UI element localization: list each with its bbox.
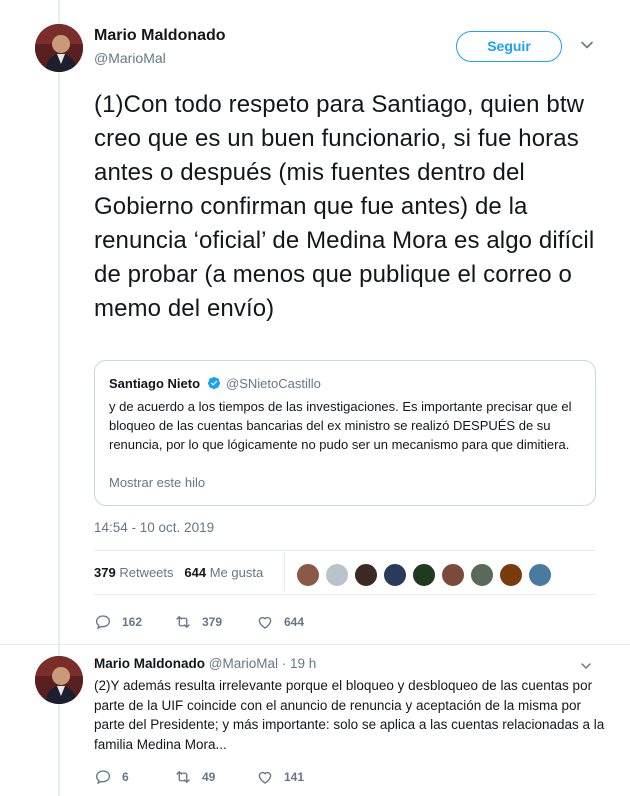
reply-count: 6: [122, 770, 129, 784]
retweet-icon: [176, 771, 190, 783]
author-avatar[interactable]: [35, 24, 83, 72]
reply-icon: [95, 770, 111, 785]
retweets-label: Retweets: [119, 565, 174, 580]
divider: [94, 550, 596, 551]
follow-button[interactable]: Seguir: [456, 31, 562, 62]
quoted-tweet[interactable]: Santiago Nieto @SNietoCastillo y de acue…: [94, 360, 596, 506]
retweet-action[interactable]: 49: [174, 767, 215, 787]
tweet-timestamp[interactable]: 14:54 - 10 oct. 2019: [94, 520, 214, 535]
reply-time[interactable]: · 19 h: [282, 656, 317, 671]
like-count: 141: [284, 770, 305, 784]
quoted-author-handle: @SNietoCastillo: [226, 376, 321, 391]
retweets-count: 379: [94, 565, 116, 580]
liker-avatar[interactable]: [441, 563, 465, 587]
likes-stat[interactable]: 644 Me gusta: [184, 565, 263, 580]
show-thread-link[interactable]: Mostrar este hilo: [109, 475, 205, 490]
reply-count: 162: [122, 615, 143, 629]
quoted-tweet-text: y de acuerdo a los tiempos de las invest…: [109, 399, 572, 452]
tweet-text: (1)Con todo respeto para Santiago, quien…: [94, 91, 595, 322]
chevron-down-icon[interactable]: [580, 660, 592, 672]
reply-tweet-text: (2)Y además resulta irrelevante porque e…: [94, 678, 605, 752]
like-action[interactable]: 644: [256, 612, 304, 632]
heart-icon: [258, 771, 272, 784]
reply-icon: [95, 615, 111, 630]
reply-action[interactable]: 6: [94, 767, 129, 787]
retweets-stat[interactable]: 379 Retweets: [94, 565, 174, 580]
liker-avatar[interactable]: [383, 563, 407, 587]
retweet-count: 379: [202, 615, 223, 629]
reply-action[interactable]: 162: [94, 612, 142, 632]
author-handle[interactable]: @MarioMal: [94, 50, 166, 66]
retweet-count: 49: [202, 770, 216, 784]
verified-badge-icon: [207, 376, 221, 390]
reply-author-handle[interactable]: @MarioMal: [209, 656, 278, 671]
liker-avatar[interactable]: [325, 563, 349, 587]
retweet-icon: [176, 616, 190, 628]
liker-avatar[interactable]: [412, 563, 436, 587]
quoted-author-name: Santiago Nieto: [109, 376, 201, 391]
author-name[interactable]: Mario Maldonado: [94, 27, 226, 45]
liker-avatar[interactable]: [354, 563, 378, 587]
retweet-action[interactable]: 379: [174, 612, 222, 632]
divider: [94, 594, 596, 595]
stats-separator: [284, 552, 285, 592]
liker-avatar[interactable]: [499, 563, 523, 587]
like-count: 644: [284, 615, 305, 629]
reply-author-avatar[interactable]: [35, 656, 83, 704]
main-tweet: Mario Maldonado @MarioMal Seguir (1)Con …: [0, 0, 630, 650]
like-action[interactable]: 141: [256, 767, 304, 787]
liker-avatar[interactable]: [470, 563, 494, 587]
chevron-down-icon[interactable]: [580, 38, 594, 52]
tweet-stats: 379 Retweets 644 Me gusta: [94, 565, 263, 580]
tweet-divider: [0, 644, 630, 645]
reply-author-name[interactable]: Mario Maldonado: [94, 656, 205, 671]
liker-avatar[interactable]: [528, 563, 552, 587]
likes-label: Me gusta: [209, 565, 264, 580]
heart-icon: [258, 616, 272, 629]
likes-count: 644: [184, 565, 207, 580]
reply-header: Mario Maldonado @MarioMal · 19 h: [94, 656, 316, 671]
liker-avatar[interactable]: [296, 563, 320, 587]
